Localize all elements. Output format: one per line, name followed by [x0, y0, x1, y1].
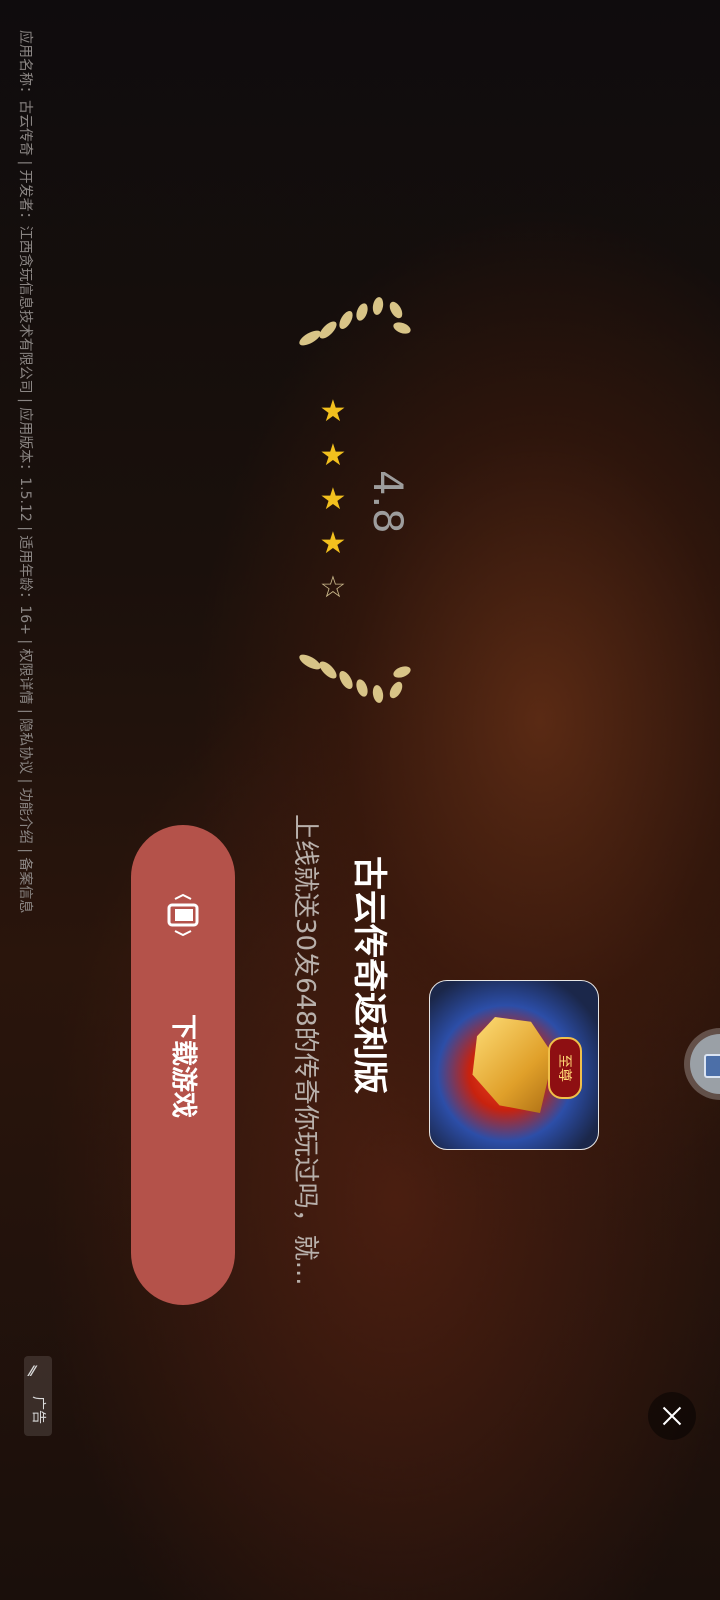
rating-stars: ★ ★ ★ ★ ☆ — [318, 390, 348, 610]
app-title: 古云传奇返利版 — [349, 856, 389, 1094]
download-button-label: 下载游戏 — [168, 1013, 198, 1118]
star-icon: ★ — [319, 526, 347, 561]
star-icon: ★ — [319, 438, 347, 473]
half-star-icon: ☆ — [319, 570, 347, 605]
app-icon[interactable]: 至尊 — [429, 980, 599, 1150]
laurel-icon — [299, 297, 411, 346]
app-icon-glyph — [472, 1017, 554, 1113]
cube-icon — [704, 1054, 720, 1078]
ad-label: 广告 — [30, 1396, 46, 1424]
ad-badge: ⁄⁄ 广告 — [24, 1356, 52, 1436]
app-icon-badge: 至尊 — [548, 1037, 582, 1099]
shake-phone-icon — [167, 893, 199, 937]
download-game-button[interactable]: 下载游戏 — [131, 825, 235, 1305]
close-button[interactable] — [648, 1392, 696, 1440]
floating-widget-button[interactable] — [690, 1034, 720, 1094]
ad-logo-icon: ⁄⁄ — [30, 1364, 35, 1380]
app-info-strip[interactable]: 应用名称：古云传奇 | 开发者：江西贪玩信息技术有限公司 | 应用版本：1.5.… — [13, 30, 37, 930]
star-icon: ★ — [319, 482, 347, 517]
rating-value: 4.8 — [364, 470, 410, 534]
laurel-icon — [299, 654, 411, 703]
app-description: 上线就送30发648的传奇你玩过吗，就... — [290, 814, 320, 1286]
star-icon: ★ — [319, 394, 347, 429]
